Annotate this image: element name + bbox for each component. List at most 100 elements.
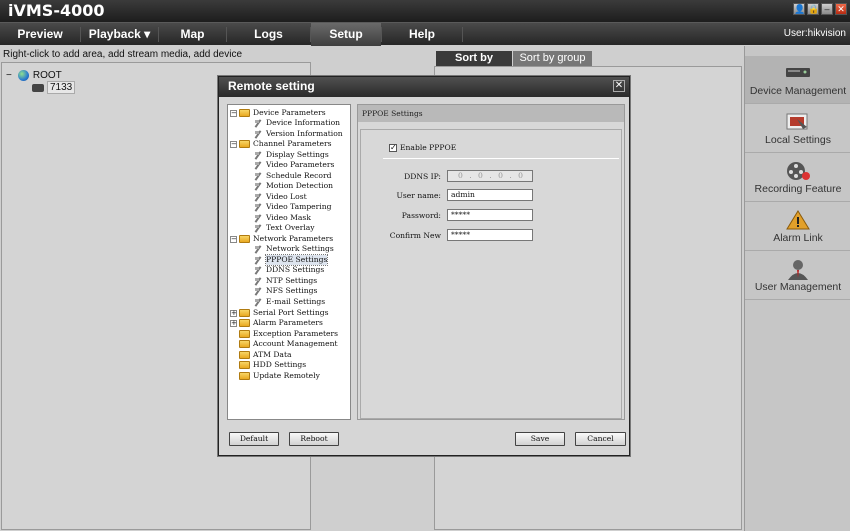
tree-node-update-remotely[interactable]: Update Remotely — [239, 371, 320, 381]
tree-node-serial-port-settings[interactable]: + Serial Port Settings — [230, 308, 328, 318]
globe-icon — [17, 70, 29, 81]
tree-node-schedule-record[interactable]: Schedule Record — [254, 171, 331, 181]
menu-separator — [462, 27, 463, 42]
reboot-button[interactable]: Reboot — [289, 432, 339, 446]
username-label: User name: — [396, 191, 441, 200]
tree-node-label: Serial Port Settings — [253, 308, 329, 317]
sidebar-item-device-management[interactable]: Device Management — [745, 56, 850, 104]
tree-node-network-parameters[interactable]: − Network Parameters — [230, 234, 333, 244]
wrench-icon — [254, 172, 263, 181]
tree-node-label: Network Settings — [266, 244, 334, 253]
sidebar-item-alarm-link[interactable]: Alarm Link — [745, 203, 850, 251]
tree-device-node[interactable]: 7133 — [32, 81, 76, 94]
folder-icon — [239, 309, 250, 317]
tree-node-text-overlay[interactable]: Text Overlay — [254, 223, 315, 233]
tree-node-label: Device Parameters — [253, 108, 326, 117]
menu-preview[interactable]: Preview — [0, 23, 80, 46]
sidebar-item-label: User Management — [754, 281, 842, 293]
film-reel-icon — [787, 162, 810, 180]
tree-node-ntp-settings[interactable]: NTP Settings — [254, 276, 317, 286]
wrench-icon — [254, 182, 263, 191]
dialog-titlebar[interactable]: Remote setting ✕ — [219, 77, 629, 97]
folder-icon — [239, 140, 250, 148]
tree-node-device-parameters[interactable]: − Device Parameters — [230, 108, 326, 118]
pppoe-settings-panel: PPPOE Settings ✓ Enable PPPOE DDNS IP: 0… — [357, 104, 625, 420]
tree-node-label: Schedule Record — [266, 171, 332, 180]
default-button[interactable]: Default — [229, 432, 279, 446]
tree-node-video-lost[interactable]: Video Lost — [254, 192, 307, 202]
confirm-password-field[interactable]: ***** — [447, 229, 533, 241]
tree-node-label: Motion Detection — [266, 181, 334, 190]
username-field[interactable]: admin — [447, 189, 533, 201]
folder-icon — [239, 372, 250, 380]
folder-icon — [239, 351, 250, 359]
checkbox-check-icon[interactable]: ✓ — [389, 143, 397, 152]
tree-expand-toggle[interactable]: + — [230, 319, 237, 327]
tab-sort-by-group[interactable]: Sort by group — [513, 51, 592, 67]
tree-root-node[interactable]: − ROOT — [6, 70, 62, 81]
close-icon[interactable]: ✕ — [835, 3, 847, 15]
tab-sort-by-camera[interactable]: Sort by camera — [436, 51, 512, 79]
divider — [383, 158, 619, 159]
tree-node-device-information[interactable]: Device Information — [254, 118, 340, 128]
enable-pppoe-checkbox[interactable]: ✓ Enable PPPOE — [389, 143, 456, 152]
tree-node-hdd-settings[interactable]: HDD Settings — [239, 360, 306, 370]
wrench-icon — [254, 214, 263, 223]
tree-node-motion-detection[interactable]: Motion Detection — [254, 181, 333, 191]
minimize-icon[interactable]: – — [821, 3, 833, 15]
user-icon[interactable]: 👤 — [793, 3, 805, 15]
tree-node-email-settings[interactable]: E-mail Settings — [254, 297, 325, 307]
sidebar-item-recording-feature[interactable]: Recording Feature — [745, 154, 850, 202]
pppoe-form: ✓ Enable PPPOE DDNS IP: 0 . 0 . 0 . 0 Us… — [360, 129, 622, 419]
tree-node-video-mask[interactable]: Video Mask — [254, 213, 311, 223]
tree-node-account-management[interactable]: Account Management — [239, 339, 338, 349]
wrench-icon — [254, 193, 263, 202]
warning-icon — [786, 210, 810, 230]
tree-node-pppoe-settings[interactable]: PPPOE Settings — [254, 254, 329, 266]
menu-logs[interactable]: Logs — [227, 23, 310, 46]
tree-node-channel-parameters[interactable]: − Channel Parameters — [230, 139, 332, 149]
tree-node-display-settings[interactable]: Display Settings — [254, 150, 329, 160]
tree-node-label: Video Lost — [266, 192, 307, 201]
tree-node-video-parameters[interactable]: Video Parameters — [254, 160, 334, 170]
tree-node-network-settings[interactable]: Network Settings — [254, 244, 334, 254]
menu-help[interactable]: Help — [382, 23, 462, 46]
tree-collapse-toggle[interactable]: − — [230, 235, 237, 243]
sidebar-item-user-management[interactable]: User Management — [745, 252, 850, 300]
tree-node-video-tampering[interactable]: Video Tampering — [254, 202, 332, 212]
main-menubar: Preview Playback ▾ Map Logs Setup Help U… — [0, 22, 850, 46]
tree-node-label: PPPOE Settings — [264, 254, 329, 266]
tree-node-label: NTP Settings — [266, 276, 318, 285]
close-icon[interactable]: ✕ — [613, 80, 625, 92]
cancel-button[interactable]: Cancel — [575, 432, 626, 446]
menu-map[interactable]: Map — [159, 23, 226, 46]
tree-node-label: Exception Parameters — [253, 329, 339, 338]
folder-icon — [239, 361, 250, 369]
tree-node-alarm-parameters[interactable]: + Alarm Parameters — [230, 318, 323, 328]
tree-node-label: Account Management — [253, 339, 338, 348]
lock-icon[interactable]: 🔒 — [807, 3, 819, 15]
tree-expand-toggle[interactable]: + — [230, 309, 237, 317]
wrench-icon — [254, 298, 263, 307]
tree-node-exception-parameters[interactable]: Exception Parameters — [239, 329, 338, 339]
tree-collapse-toggle[interactable]: − — [230, 140, 237, 148]
menu-playback[interactable]: Playback ▾ — [81, 23, 158, 46]
sidebar-item-local-settings[interactable]: Local Settings — [745, 105, 850, 153]
tree-node-ddns-settings[interactable]: DDNS Settings — [254, 265, 324, 275]
password-field[interactable]: ***** — [447, 209, 533, 221]
enable-pppoe-label: Enable PPPOE — [400, 143, 457, 152]
tree-node-label: ATM Data — [253, 350, 292, 359]
tree-collapse-toggle[interactable]: − — [230, 109, 237, 117]
tree-node-nfs-settings[interactable]: NFS Settings — [254, 286, 317, 296]
wrench-icon — [254, 130, 263, 139]
tree-node-atm-data[interactable]: ATM Data — [239, 350, 292, 360]
menu-playback-label: Playback — [88, 27, 141, 41]
tree-node-version-information[interactable]: Version Information — [254, 129, 343, 139]
save-button[interactable]: Save — [515, 432, 565, 446]
remote-setting-dialog: Remote setting ✕ − Device Parameters Devi… — [218, 76, 630, 456]
menu-setup[interactable]: Setup — [311, 23, 381, 46]
wrench-icon — [254, 161, 263, 170]
folder-icon — [239, 235, 250, 243]
chevron-down-icon: ▾ — [144, 27, 151, 41]
tree-collapse-toggle[interactable]: − — [6, 70, 12, 81]
